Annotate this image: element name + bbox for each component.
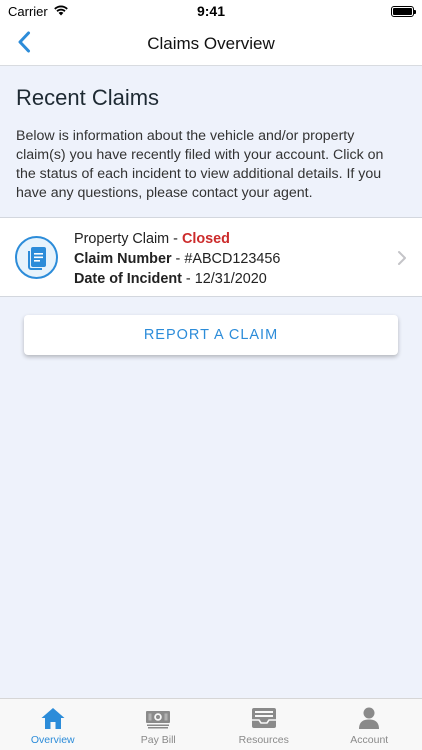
- tab-label-account: Account: [350, 734, 389, 746]
- claim-date-line: Date of Incident - 12/31/2020: [74, 269, 280, 289]
- claim-date-value: 12/31/2020: [194, 271, 267, 287]
- status-bar: Carrier 9:41: [0, 0, 422, 22]
- claim-type: Property Claim: [74, 231, 170, 247]
- nav-bar: Claims Overview: [0, 22, 422, 66]
- chevron-left-icon: [17, 31, 31, 58]
- inbox-icon: [250, 705, 278, 731]
- person-icon: [355, 705, 383, 731]
- page-title: Claims Overview: [147, 33, 275, 53]
- tab-bar: Overview Pay Bill Resources Account: [0, 698, 422, 750]
- claim-number-value: #ABCD123456: [184, 251, 281, 267]
- carrier-label: Carrier: [8, 3, 48, 19]
- claim-date-label: Date of Incident: [74, 271, 182, 287]
- claim-number-label: Claim Number: [74, 251, 172, 267]
- back-button[interactable]: [6, 26, 42, 62]
- home-icon: [39, 705, 67, 731]
- chevron-right-icon: [396, 250, 408, 266]
- status-left: Carrier: [8, 4, 69, 19]
- claim-type-line: Property Claim - Closed: [74, 229, 280, 249]
- battery-level: [393, 7, 412, 15]
- tab-label-resources: Resources: [238, 734, 289, 746]
- tab-label-pay-bill: Pay Bill: [140, 734, 176, 746]
- tab-label-overview: Overview: [30, 734, 75, 746]
- battery-icon: [391, 5, 416, 17]
- claim-number-separator: -: [171, 251, 185, 267]
- claim-details: Property Claim - Closed Claim Number - #…: [74, 229, 280, 289]
- tab-overview[interactable]: Overview: [0, 699, 106, 750]
- tab-account[interactable]: Account: [317, 699, 422, 750]
- document-icon: [15, 236, 58, 279]
- claim-type-separator: -: [169, 231, 182, 247]
- tab-resources[interactable]: Resources: [211, 699, 317, 750]
- wifi-icon: [53, 4, 69, 19]
- claim-number-line: Claim Number - #ABCD123456: [74, 249, 280, 269]
- tab-pay-bill[interactable]: Pay Bill: [106, 699, 212, 750]
- report-claim-button[interactable]: REPORT A CLAIM: [24, 315, 398, 355]
- claim-list-item[interactable]: Property Claim - Closed Claim Number - #…: [0, 217, 422, 297]
- section-description: Below is information about the vehicle a…: [16, 128, 384, 201]
- money-icon: [144, 705, 172, 731]
- section-heading: Recent Claims: [16, 85, 160, 110]
- claim-status[interactable]: Closed: [182, 231, 230, 247]
- intro-section: Recent Claims Below is information about…: [0, 67, 422, 217]
- claim-date-separator: -: [181, 271, 195, 287]
